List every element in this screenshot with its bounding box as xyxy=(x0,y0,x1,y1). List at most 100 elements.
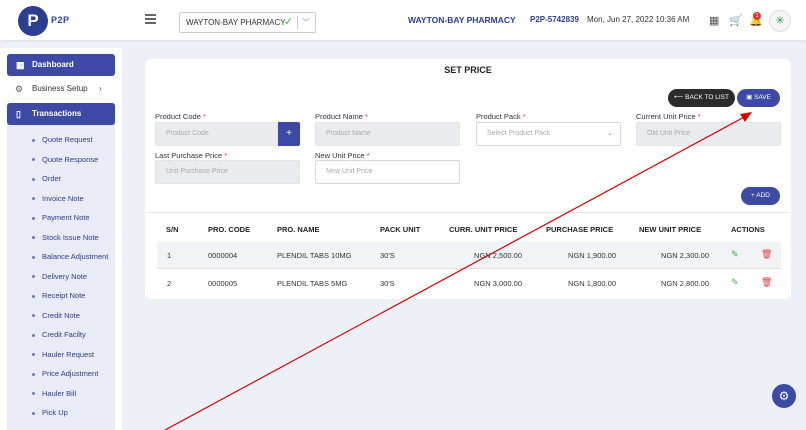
required-marker: * xyxy=(202,112,206,121)
calculator-icon[interactable]: ▦ xyxy=(709,14,719,27)
notification-badge: 1 xyxy=(753,12,761,20)
last-purchase-price-input[interactable]: Unit Purchase Price xyxy=(155,160,300,184)
label-text: Product Code xyxy=(155,112,201,121)
sidebar-item-business-setup[interactable]: ⚙ Business Setup › xyxy=(7,79,115,99)
submenu-item[interactable]: Invoice Note xyxy=(7,189,115,209)
product-pack-placeholder: Select Product Pack xyxy=(487,130,551,137)
table-header: S/N PRO. CODE PRO. NAME PACK UNIT CURR. … xyxy=(145,212,791,244)
required-marker: * xyxy=(697,112,701,121)
store-select-value: WAYTON-BAY PHARMACY xyxy=(186,18,286,27)
submenu-item[interactable]: Stock Issue Note xyxy=(7,228,115,248)
account-code: P2P-5742839 xyxy=(530,15,579,24)
product-code-label: Product Code * xyxy=(155,112,206,121)
column-header: S/N xyxy=(166,225,179,234)
cart-icon[interactable]: 🛒 xyxy=(729,14,743,27)
gear-icon: ⚙ xyxy=(15,84,24,94)
submenu-item[interactable]: Hauler Bill xyxy=(7,384,115,404)
cell-pack: 30'S xyxy=(380,279,395,288)
column-header: ACTIONS xyxy=(731,225,765,234)
logo-text: P2P xyxy=(51,15,70,25)
table-row: 1 0000004 PLENDIL TABS 10MG 30'S NGN 2,5… xyxy=(157,242,781,269)
check-icon: ✓ xyxy=(283,16,293,28)
product-name-label: Product Name * xyxy=(315,112,368,121)
label-text: Product Pack xyxy=(476,112,521,121)
save-icon: ▣ xyxy=(746,94,755,101)
pharmacy-name: WAYTON-BAY PHARMACY xyxy=(408,15,516,25)
edit-icon[interactable]: ✎ xyxy=(731,277,739,288)
chevron-down-icon[interactable]: ﹀ xyxy=(302,13,310,32)
submenu-item[interactable]: Order xyxy=(7,169,115,189)
submenu-item[interactable]: Credit Note xyxy=(7,306,115,326)
cell-sn: 2 xyxy=(167,279,172,288)
product-pack-select[interactable]: Select Product Pack ⌄ xyxy=(476,122,621,146)
trash-icon[interactable]: 🗑 xyxy=(761,249,772,260)
label-text: Current Unit Price xyxy=(636,112,696,121)
settings-fab-gear-icon[interactable]: ⚙ xyxy=(772,384,796,408)
product-name-input[interactable]: Product Name xyxy=(315,122,460,146)
column-header: PRO. CODE xyxy=(208,225,251,234)
table-row: 2 0000005 PLENDIL TABS 5MG 30'S NGN 3,00… xyxy=(157,270,781,297)
column-header: NEW UNIT PRICE xyxy=(639,225,702,234)
sidebar-item-transactions[interactable]: ▯ Transactions xyxy=(7,103,115,125)
submenu-item[interactable]: Receipt Note xyxy=(7,286,115,306)
sidebar-item-label: Dashboard xyxy=(32,60,74,69)
label-text: Product Name xyxy=(315,112,363,121)
sidebar: ▦ Dashboard ⚙ Business Setup › ▯ Transac… xyxy=(0,48,122,430)
chevron-down-icon: ⌄ xyxy=(607,130,613,137)
avatar[interactable]: ✳ xyxy=(769,10,791,32)
cell-purchase-price: NGN 1,900.00 xyxy=(568,251,616,260)
label-text: Last Purchase Price xyxy=(155,151,223,160)
transactions-panel: ▯ Transactions Quote Request Quote Respo… xyxy=(7,103,115,430)
back-to-list-button[interactable]: ⟵ BACK TO LIST xyxy=(668,89,735,107)
current-unit-price-label: Current Unit Price * xyxy=(636,112,701,121)
cell-code: 0000004 xyxy=(208,251,238,260)
add-product-code-button[interactable]: + xyxy=(278,122,300,146)
submenu-item[interactable]: Balance Adjustment xyxy=(7,247,115,267)
required-marker: * xyxy=(522,112,526,121)
select-divider xyxy=(297,16,298,29)
cell-name: PLENDIL TABS 10MG xyxy=(277,251,352,260)
sidebar-item-dashboard[interactable]: ▦ Dashboard xyxy=(7,54,115,76)
save-button[interactable]: ▣ SAVE xyxy=(737,89,780,107)
arrow-left-icon: ⟵ xyxy=(674,94,686,101)
cell-current-price: NGN 2,500.00 xyxy=(474,251,522,260)
required-marker: * xyxy=(365,112,368,121)
column-header: PACK UNIT xyxy=(380,225,421,234)
submenu-item[interactable]: Pick Up xyxy=(7,403,115,423)
cell-purchase-price: NGN 1,800.00 xyxy=(568,279,616,288)
store-select[interactable]: WAYTON-BAY PHARMACY ✓ ﹀ xyxy=(179,12,316,33)
submenu-item[interactable]: Quote Request xyxy=(7,130,115,150)
submenu-item[interactable]: Price Adjustment xyxy=(7,364,115,384)
edit-icon[interactable]: ✎ xyxy=(731,249,739,260)
submenu-item[interactable]: Credit Facilty xyxy=(7,325,115,345)
chevron-right-icon: › xyxy=(99,84,102,93)
grid-icon: ▦ xyxy=(16,60,25,70)
trash-icon[interactable]: 🗑 xyxy=(761,277,772,288)
page-title: SET PRICE xyxy=(444,65,492,75)
menu-toggle-icon[interactable] xyxy=(145,14,156,26)
product-code-input[interactable]: Product Code xyxy=(155,122,278,146)
document-icon: ▯ xyxy=(16,109,21,119)
cell-pack: 30'S xyxy=(380,251,395,260)
sidebar-item-label: Business Setup xyxy=(32,84,88,93)
top-bar: P P2P WAYTON-BAY PHARMACY ✓ ﹀ WAYTON-BAY… xyxy=(0,0,806,40)
add-button[interactable]: + ADD xyxy=(741,187,780,205)
transactions-submenu: Quote Request Quote Response Order Invoi… xyxy=(7,130,115,423)
new-unit-price-input[interactable]: New Unit Price xyxy=(315,160,460,184)
new-unit-price-label: New Unit Price * xyxy=(315,151,370,160)
last-purchase-price-label: Last Purchase Price * xyxy=(155,151,227,160)
current-unit-price-input[interactable]: Old Unit Price xyxy=(636,122,781,146)
label-text: New Unit Price xyxy=(315,151,365,160)
submenu-item[interactable]: Hauler Request xyxy=(7,345,115,365)
cell-code: 0000005 xyxy=(208,279,238,288)
submenu-item[interactable]: Payment Note xyxy=(7,208,115,228)
submenu-item[interactable]: Quote Response xyxy=(7,150,115,170)
product-pack-label: Product Pack * xyxy=(476,112,526,121)
submenu-item[interactable]: Delivery Note xyxy=(7,267,115,287)
cell-new-price: NGN 2,300.00 xyxy=(661,251,709,260)
back-to-list-label: BACK TO LIST xyxy=(685,94,729,101)
logo[interactable]: P xyxy=(18,6,48,36)
required-marker: * xyxy=(366,151,370,160)
cell-sn: 1 xyxy=(167,251,172,260)
column-header: CURR. UNIT PRICE xyxy=(449,225,518,234)
